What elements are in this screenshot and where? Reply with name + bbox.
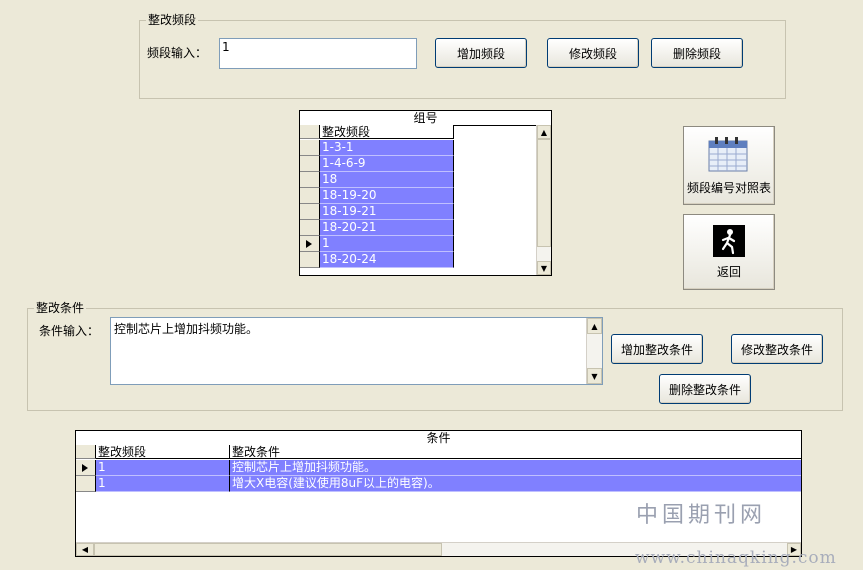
group-row-cell[interactable]: 18-19-20 [320, 188, 454, 204]
calendar-icon [708, 137, 748, 172]
group-row-cell[interactable]: 1-4-6-9 [320, 156, 454, 172]
modify-condition-button[interactable]: 修改整改条件 [731, 334, 823, 364]
condition-row-selector[interactable] [76, 476, 96, 492]
group-row-cell[interactable]: 18 [320, 172, 454, 188]
lookup-table-button[interactable]: 频段编号对照表 [683, 126, 775, 205]
group-row-cell[interactable]: 18-19-21 [320, 204, 454, 220]
group-row-selector[interactable] [300, 204, 320, 220]
watermark-cn: 中国期刊网 [636, 503, 767, 528]
add-condition-button[interactable]: 增加整改条件 [611, 334, 703, 364]
group-row-cell[interactable]: 1 [320, 236, 454, 252]
condition-input-vscroll[interactable]: ▲ ▼ [586, 318, 602, 384]
group-grid-column-header[interactable]: 整改频段 [320, 125, 454, 139]
condition-input-text: 控制芯片上增加抖频功能。 [114, 322, 259, 336]
condition-group-legend: 整改条件 [34, 301, 87, 315]
group-grid-corner [300, 125, 320, 139]
condition-grid-header-condition[interactable]: 整改条件 [230, 445, 801, 459]
group-row-cell[interactable]: 18-20-24 [320, 252, 454, 268]
condition-scroll-up-icon[interactable]: ▲ [587, 318, 602, 334]
group-row-cell[interactable]: 1-3-1 [320, 140, 454, 156]
group-row-selector[interactable] [300, 156, 320, 172]
add-segment-button[interactable]: 增加频段 [435, 38, 527, 68]
exit-icon [713, 224, 745, 257]
condition-row-selector[interactable] [76, 460, 96, 476]
group-row-selector[interactable] [300, 172, 320, 188]
condition-row-condition-cell[interactable]: 控制芯片上增加抖频功能。 [230, 460, 801, 476]
scroll-down-icon[interactable]: ▼ [537, 261, 551, 275]
group-row-selector[interactable] [300, 188, 320, 204]
condition-grid-corner [76, 445, 96, 459]
hscroll-left-icon[interactable]: ◀ [76, 543, 94, 556]
current-row-arrow-icon [306, 240, 312, 248]
lookup-table-label: 频段编号对照表 [686, 181, 771, 195]
condition-row-segment-cell[interactable]: 1 [96, 460, 230, 476]
back-label: 返回 [716, 264, 741, 279]
condition-scroll-down-icon[interactable]: ▼ [587, 368, 602, 384]
group-row-selector[interactable] [300, 220, 320, 236]
scroll-thumb[interactable] [537, 139, 551, 247]
segment-input[interactable]: 1 [219, 38, 417, 69]
modify-segment-button[interactable]: 修改频段 [547, 38, 639, 68]
current-row-arrow-icon [82, 464, 88, 472]
back-button[interactable]: 返回 [683, 214, 775, 290]
condition-row-condition-cell[interactable]: 增大X电容(建议使用8uF以上的电容)。 [230, 476, 801, 492]
group-grid[interactable]: 组号 整改频段 1-3-1 1-4-6-9 18 18-19-20 18-19-21 18… [299, 110, 552, 276]
group-row-selector[interactable] [300, 252, 320, 268]
segment-input-label: 频段输入： [147, 46, 208, 60]
group-row-cell[interactable]: 18-20-21 [320, 220, 454, 236]
delete-condition-button[interactable]: 删除整改条件 [659, 374, 751, 404]
condition-grid-header-segment[interactable]: 整改频段 [96, 445, 230, 459]
group-row-selector[interactable] [300, 140, 320, 156]
group-grid-vscroll[interactable]: ▲ ▼ [536, 125, 551, 275]
condition-input[interactable]: 控制芯片上增加抖频功能。 ▲ ▼ [110, 317, 603, 385]
segment-group-legend: 整改频段 [146, 13, 199, 27]
group-grid-caption: 组号 [300, 111, 551, 126]
condition-input-label: 条件输入： [39, 324, 100, 338]
hscroll-thumb[interactable] [94, 543, 442, 556]
delete-segment-button[interactable]: 删除频段 [651, 38, 743, 68]
condition-grid-caption: 条件 [76, 431, 801, 446]
watermark-url: www.chinaqking.com [635, 548, 837, 568]
condition-row-segment-cell[interactable]: 1 [96, 476, 230, 492]
group-row-selector[interactable] [300, 236, 320, 252]
scroll-up-icon[interactable]: ▲ [537, 125, 551, 139]
condition-grid[interactable]: 条件 整改频段 整改条件 1 控制芯片上增加抖频功能。 1 增大X电容(建议使用8uF… [75, 430, 802, 557]
